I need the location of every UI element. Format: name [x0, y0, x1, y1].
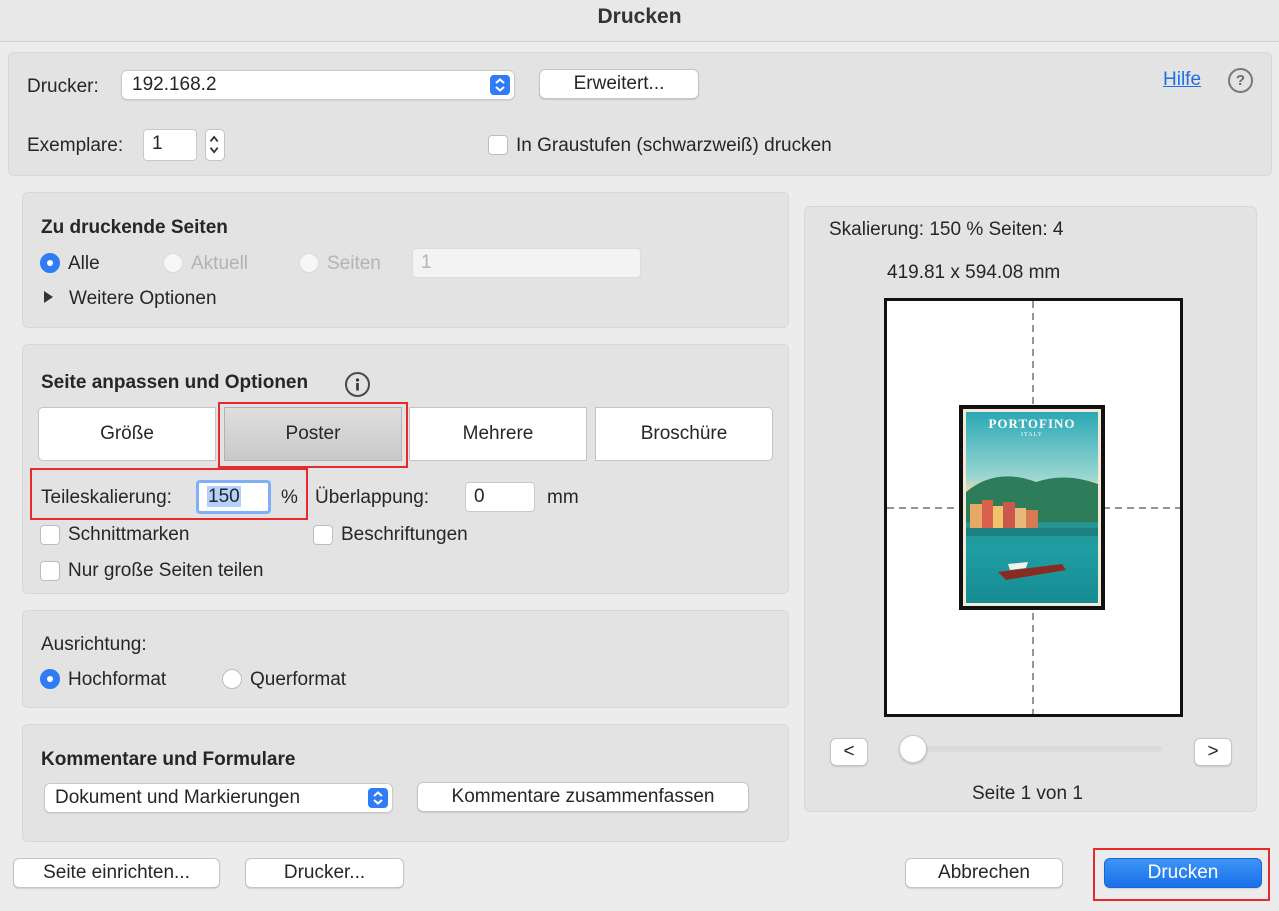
window-titlebar: Drucken [0, 0, 1279, 42]
pages-current-radio[interactable] [163, 253, 183, 273]
printer-select-value: 192.168.2 [132, 74, 217, 95]
orientation-panel [22, 610, 789, 708]
chevron-updown-icon [490, 75, 510, 95]
preview-dimensions: 419.81 x 594.08 mm [887, 262, 1061, 283]
info-icon[interactable] [345, 372, 370, 397]
pages-all-label: Alle [68, 253, 100, 274]
pages-range-label: Seiten [327, 253, 381, 274]
summarize-comments-button[interactable]: Kommentare zusammenfassen [417, 782, 749, 812]
poster-artwork [966, 476, 1098, 580]
preview-page-indicator: Seite 1 von 1 [972, 783, 1083, 804]
poster-highlight-box [218, 402, 408, 468]
fit-title: Seite anpassen und Optionen [41, 372, 309, 393]
help-link[interactable]: Hilfe [1163, 69, 1201, 91]
cut-marks-checkbox[interactable] [40, 525, 60, 545]
overlap-label: Überlappung: [315, 487, 430, 508]
copies-label: Exemplare: [27, 135, 124, 156]
landscape-label: Querformat [250, 669, 347, 690]
comments-select-value: Dokument und Markierungen [55, 787, 301, 808]
labels-label: Beschriftungen [341, 524, 468, 545]
pages-range-input[interactable]: 1 [412, 248, 641, 278]
tab-multiple[interactable]: Mehrere [409, 407, 587, 461]
printer-button[interactable]: Drucker... [245, 858, 404, 888]
preview-next-button[interactable]: > [1194, 738, 1232, 766]
print-highlight-box [1093, 848, 1270, 901]
grayscale-label: In Graustufen (schwarzweiß) drucken [516, 135, 832, 156]
copies-stepper[interactable] [205, 129, 225, 161]
grayscale-checkbox[interactable] [488, 135, 508, 155]
comments-select[interactable]: Dokument und Markierungen [44, 783, 393, 813]
preview-slider-track[interactable] [900, 746, 1162, 752]
copies-input[interactable]: 1 [143, 129, 197, 161]
overlap-unit: mm [547, 487, 579, 508]
printer-label: Drucker: [27, 76, 99, 97]
window-title: Drucken [597, 5, 682, 28]
disclosure-triangle-icon[interactable] [44, 291, 53, 303]
preview-scale-text: Skalierung: 150 % Seiten: 4 [829, 219, 1064, 240]
orientation-label: Ausrichtung: [41, 634, 147, 655]
poster-thumbnail: PORTOFINO ITALY [959, 405, 1105, 610]
advanced-button[interactable]: Erweitert... [539, 69, 699, 99]
portrait-label: Hochformat [68, 669, 167, 690]
printer-select[interactable]: 192.168.2 [121, 70, 515, 100]
labels-checkbox[interactable] [313, 525, 333, 545]
tab-booklet[interactable]: Broschüre [595, 407, 773, 461]
page-setup-button[interactable]: Seite einrichten... [13, 858, 220, 888]
pages-range-radio[interactable] [299, 253, 319, 273]
tile-scale-highlight-box [30, 468, 308, 520]
preview-slider-knob[interactable] [899, 735, 927, 763]
stepper-arrows-icon [209, 135, 219, 154]
pages-title: Zu druckende Seiten [41, 217, 228, 238]
more-options-label[interactable]: Weitere Optionen [69, 288, 217, 310]
pages-current-label: Aktuell [191, 253, 249, 274]
help-question-icon[interactable]: ? [1228, 68, 1253, 93]
comments-title: Kommentare und Formulare [41, 749, 296, 770]
chevron-updown-icon [368, 788, 388, 808]
pages-all-radio[interactable] [40, 253, 60, 273]
preview-prev-button[interactable]: < [830, 738, 868, 766]
portrait-radio[interactable] [40, 669, 60, 689]
large-pages-label: Nur große Seiten teilen [68, 560, 264, 581]
overlap-input[interactable]: 0 [465, 482, 535, 512]
tab-size[interactable]: Größe [38, 407, 216, 461]
large-pages-checkbox[interactable] [40, 561, 60, 581]
cancel-button[interactable]: Abbrechen [905, 858, 1063, 888]
landscape-radio[interactable] [222, 669, 242, 689]
cut-marks-label: Schnittmarken [68, 524, 190, 545]
